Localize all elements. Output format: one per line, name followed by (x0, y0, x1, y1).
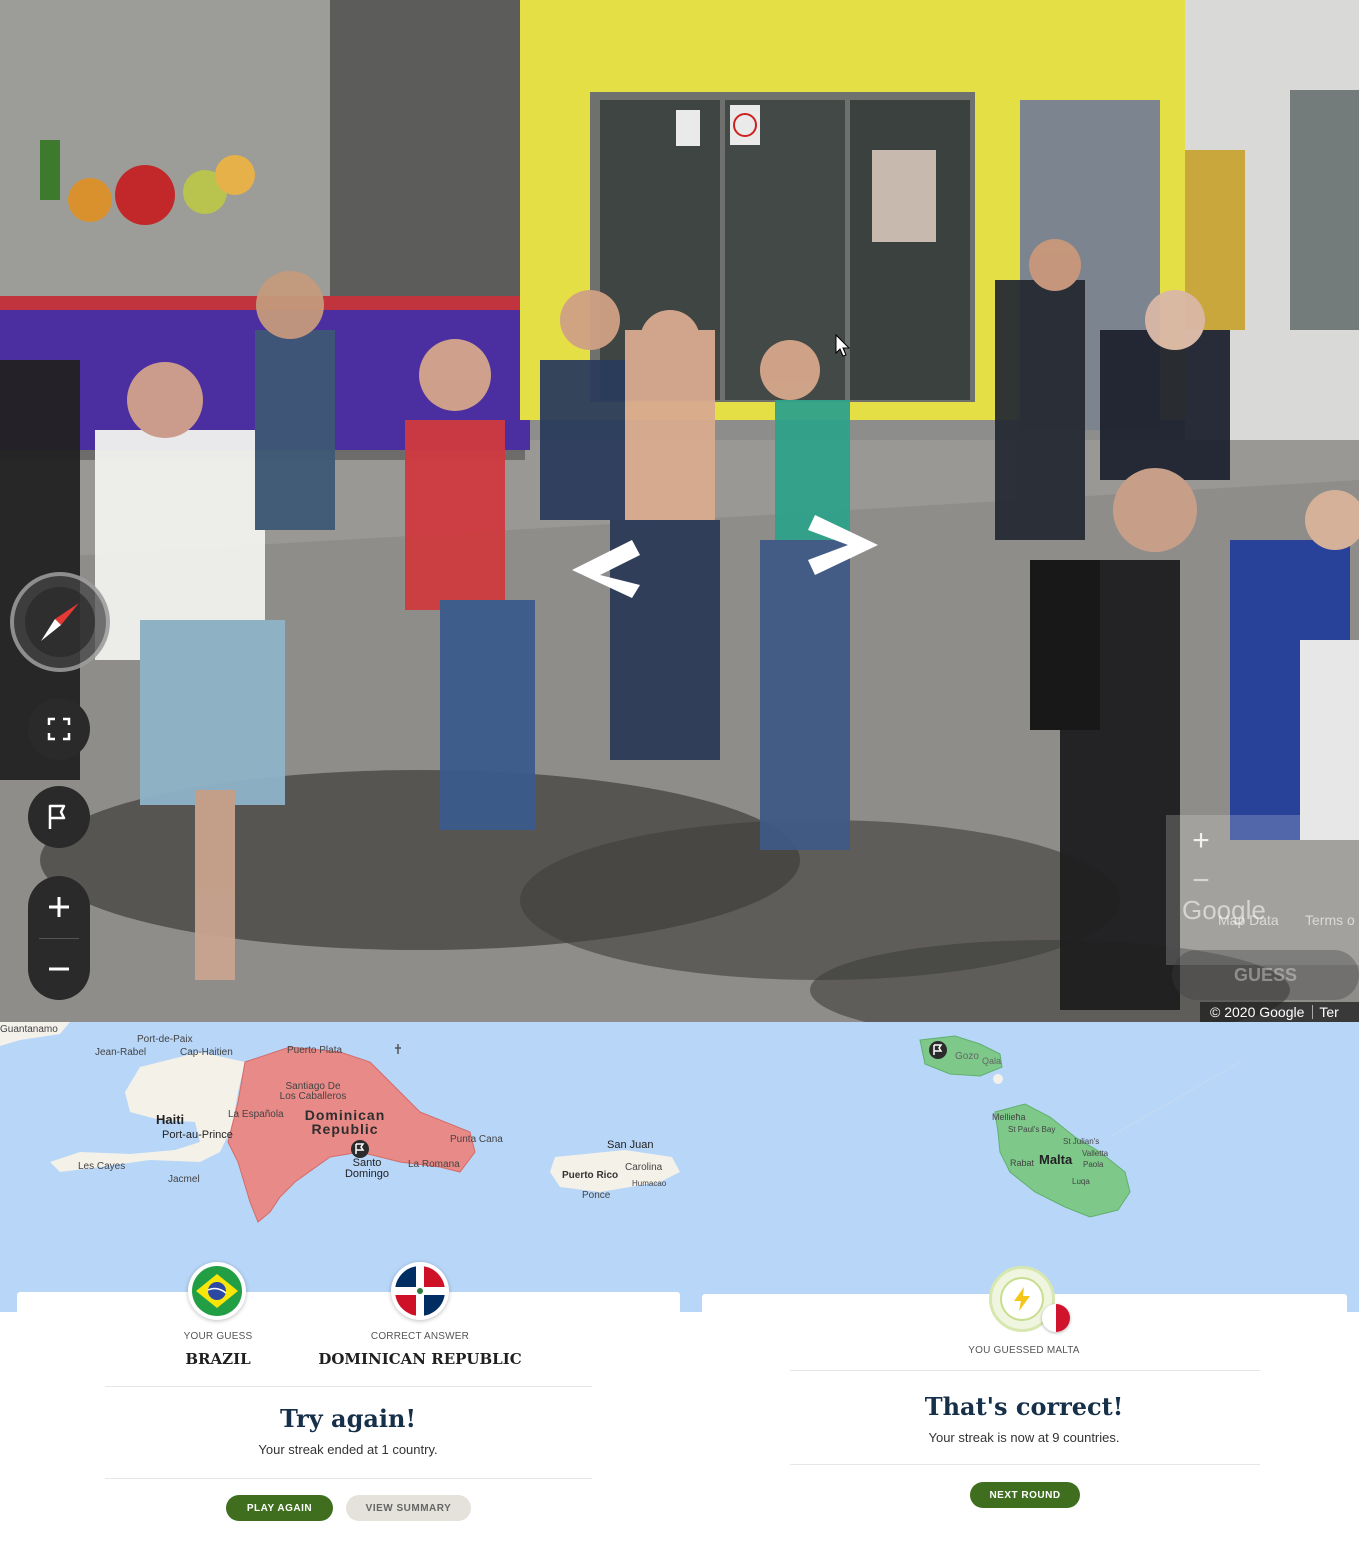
result-map-hispaniola[interactable]: Guantanamo Port-de-Paix Jean-Rabel Cap-H… (0, 1022, 680, 1312)
malta-flag-shape (1042, 1304, 1070, 1332)
map-label: Punta Cana (450, 1134, 503, 1145)
map-label: Les Cayes (78, 1161, 126, 1172)
map-label-country: Haiti (156, 1112, 185, 1127)
streak-message: Your streak is now at 9 countries. (928, 1430, 1120, 1445)
malta-flag-icon (1042, 1304, 1070, 1332)
map-label: La Española (228, 1109, 284, 1120)
street-view-panorama[interactable]: + − Google Map Data Terms o GUESS © 2020… (0, 0, 1359, 1022)
zoom-out-button[interactable] (28, 938, 90, 1000)
map-label: Port-au-Prince (162, 1129, 233, 1141)
compass-button[interactable] (10, 572, 110, 672)
map-label: Jean-Rabel (95, 1047, 147, 1058)
divider (790, 1464, 1260, 1465)
map-label: Paola (1083, 1160, 1104, 1169)
map-label: Valletta (1082, 1149, 1109, 1158)
map-label: Rabat (1010, 1158, 1035, 1168)
map-attribution: © 2020 Google (1210, 1004, 1305, 1020)
map-label: Santiago De Los Caballeros (279, 1081, 347, 1102)
street-scene (0, 0, 1359, 1022)
guess-button[interactable]: GUESS (1172, 950, 1359, 1000)
zoom-controls (28, 876, 90, 1000)
compass-icon (41, 603, 79, 641)
result-card: YOUR GUESS BRAZIL CORRECT ANSWER DOMINIC… (17, 1262, 680, 1537)
map-label: Santo Domingo (344, 1157, 390, 1180)
map-label: Jacmel (168, 1174, 200, 1185)
answer-flag (391, 1262, 449, 1320)
plus-icon (49, 896, 69, 917)
map-label: La Romana (408, 1159, 460, 1170)
map-label-country: Puerto Rico (562, 1170, 619, 1181)
fullscreen-icon (47, 717, 71, 741)
map-label: Carolina (625, 1162, 663, 1173)
result-title: That's correct! (924, 1392, 1124, 1421)
map-label: Humacao (632, 1179, 667, 1188)
map-label: Port-de-Paix (137, 1034, 193, 1045)
flag-icon (48, 804, 66, 829)
view-summary-button[interactable]: VIEW SUMMARY (346, 1495, 471, 1521)
terms-link-short[interactable]: Ter (1319, 1004, 1338, 1020)
dominican-republic-flag-icon (395, 1266, 445, 1316)
map-label: Guantanamo (0, 1024, 58, 1035)
map-label: Mellieħa (992, 1112, 1026, 1122)
zoom-in-button[interactable] (28, 876, 90, 938)
map-label: St Julian's (1063, 1137, 1100, 1146)
minimap-zoom-out[interactable]: − (1185, 866, 1217, 898)
your-guess-country: BRAZIL (185, 1350, 251, 1368)
streak-message: Your streak ended at 1 country. (258, 1442, 438, 1457)
result-title: Try again! (279, 1404, 417, 1433)
map-label: Cap-Haitien (180, 1047, 233, 1058)
next-round-button[interactable]: NEXT ROUND (970, 1482, 1080, 1508)
minus-icon (49, 967, 69, 971)
map-label: San Juan (607, 1139, 654, 1151)
result-panel-incorrect: Guantanamo Port-de-Paix Jean-Rabel Cap-H… (0, 1022, 680, 1567)
map-label: Qala (982, 1056, 1002, 1066)
play-again-button[interactable]: PLAY AGAIN (226, 1495, 333, 1521)
divider (105, 1386, 592, 1387)
attribution-bar: © 2020 Google Ter (1200, 1002, 1359, 1022)
map-data-link[interactable]: Map Data (1218, 912, 1279, 928)
correct-answer-country: DOMINICAN REPUBLIC (318, 1350, 522, 1368)
correct-answer-label: CORRECT ANSWER (370, 1331, 470, 1342)
result-panel-correct: Gozo Qala Mellieħa St Paul's Bay St Juli… (680, 1022, 1359, 1567)
return-to-start-button[interactable] (28, 786, 90, 848)
map-label-country: Malta (1039, 1152, 1073, 1167)
lightning-icon (1014, 1287, 1030, 1311)
map-label: Luqa (1072, 1177, 1090, 1186)
guess-flag (188, 1262, 246, 1320)
terms-link[interactable]: Terms o (1305, 912, 1355, 928)
map-label-country: Dominican Republic (304, 1107, 386, 1137)
divider (105, 1478, 592, 1479)
brazil-flag-icon (192, 1266, 242, 1316)
divider (790, 1370, 1260, 1371)
map-label: Ponce (582, 1190, 611, 1201)
map-label: St Paul's Bay (1008, 1125, 1056, 1134)
your-guess-label: YOUR GUESS (183, 1331, 253, 1342)
guessed-label: YOU GUESSED MALTA (968, 1345, 1080, 1356)
map-label: Puerto Plata (287, 1045, 343, 1056)
minimap-zoom-in[interactable]: + (1185, 826, 1217, 858)
attribution-divider (1312, 1005, 1314, 1019)
result-card: YOU GUESSED MALTA That's correct! Your s… (702, 1266, 1347, 1534)
map-label: Gozo (955, 1051, 979, 1062)
fullscreen-button[interactable] (28, 698, 90, 760)
